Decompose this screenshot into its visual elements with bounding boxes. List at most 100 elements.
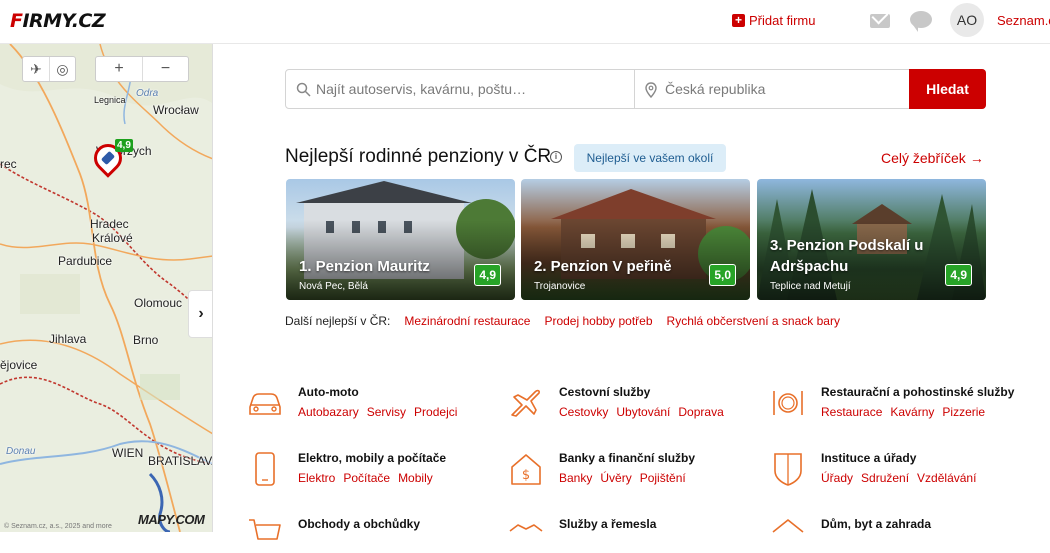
category-title[interactable]: Auto-moto [298,385,359,399]
category-title[interactable]: Obchody a obchůdky [298,517,420,531]
map-label-jihlava: Jihlava [49,332,87,346]
card-location: Trojanovice [534,281,586,292]
map-label-bratislava: BRATISLAVA [148,454,213,468]
section-title: Nejlepší rodinné penziony v ČR [285,146,552,167]
plus-icon: + [732,14,745,27]
chat-icon[interactable] [910,11,932,32]
category-title[interactable]: Dům, byt a zahrada [821,517,931,531]
category-link[interactable]: Servisy [367,405,406,419]
mail-icon[interactable] [870,14,890,28]
category-title[interactable]: Banky a finanční služby [559,451,695,465]
firmy-logo[interactable]: FIRMY.CZ [10,10,106,32]
card-title: 2. Penzion V peřině [534,258,672,275]
category-link[interactable]: Ubytování [616,405,670,419]
plane-icon [511,389,540,417]
category-link[interactable]: Sdružení [861,471,909,485]
handshake-icon [509,524,543,532]
logo-text: IRMY.CZ [22,10,106,32]
info-icon[interactable]: i [550,151,562,163]
location-pin-icon [645,82,657,98]
car-icon [249,393,281,415]
pin-rating-badge: 4,9 [115,139,133,152]
category-link[interactable]: Pizzerie [942,405,985,419]
category-link[interactable]: Cestovky [559,405,608,419]
svg-text:$: $ [522,468,530,483]
category-link[interactable]: Pojištění [640,471,686,485]
nearby-best-button[interactable]: Nejlepší ve vašem okolí [574,144,726,172]
map-label-olomouc: Olomouc [134,296,183,310]
rating-badge: 4,9 [945,264,972,286]
plane-icon[interactable]: ✈ [23,57,49,81]
map-label-jejovice: ějovice [0,358,38,372]
category-link[interactable]: Úvěry [600,471,631,485]
arrow-right-icon: → [969,150,984,166]
category-link[interactable]: Banky [559,471,592,485]
avatar[interactable]: AO [950,3,984,37]
search-what-input[interactable]: Najít autoservis, kavárnu, poštu… [286,70,635,108]
map-label-rec: rec [0,157,17,171]
mapy-logo[interactable]: MAPY.COM [138,512,205,527]
seznam-link[interactable]: Seznam.cz [997,13,1050,28]
chevron-right-icon: › [198,305,204,322]
penzion-card[interactable]: 2. Penzion V peřině Trojanovice 5,0 [521,179,750,300]
category-link[interactable]: Počítače [343,471,390,485]
category-title[interactable]: Instituce a úřady [821,451,916,465]
add-firm-link[interactable]: + Přidat firmu [732,13,815,28]
card-title: 3. Penzion Podskalí u Adršpachu [770,237,924,275]
category-link[interactable]: Autobazary [298,405,359,419]
penzion-card[interactable]: 1. Penzion Mauritz Nová Pec, Bělá 4,9 [286,179,515,300]
map-label-odra: Odra [136,88,159,99]
zoom-out-button[interactable]: − [142,57,188,81]
more-best-link[interactable]: Mezinárodní restaurace [404,314,530,328]
card-location: Nová Pec, Bělá [299,281,368,292]
map-zoom-controls: + − [95,56,189,82]
rating-badge: 5,0 [709,264,736,286]
more-best-row: Další nejlepší v ČR: Mezinárodní restaur… [285,314,840,328]
map-tools: ✈ ◎ [22,56,76,82]
map-label-wien: WIEN [112,446,144,460]
category-title[interactable]: Služby a řemesla [559,517,656,531]
bank-icon: $ [511,454,541,485]
category-link[interactable]: Vzdělávání [917,471,976,485]
more-best-label: Další nejlepší v ČR: [285,314,391,328]
category-link[interactable]: Restaurace [821,405,882,419]
category-link[interactable]: Prodejci [414,405,457,419]
rating-badge: 4,9 [474,264,501,286]
map-label-wroclaw: Wrocław [153,103,199,117]
search-icon [296,82,311,97]
house-icon [772,519,804,533]
map-label-hradec: Hradec [90,217,129,231]
card-title: 1. Penzion Mauritz [299,258,430,275]
category-link[interactable]: Úřady [821,471,853,485]
map-label-legnica: Legnica [94,95,126,105]
search-where-input[interactable]: Česká republika [635,70,909,108]
penzion-card[interactable]: 3. Penzion Podskalí u Adršpachu Teplice … [757,179,986,300]
category-link[interactable]: Elektro [298,471,335,485]
card-location: Teplice nad Metují [770,281,851,292]
search-button[interactable]: Hledat [909,69,986,109]
category-title[interactable]: Elektro, mobily a počítače [298,451,446,465]
map-label-kralove: Králové [92,231,133,245]
more-best-link[interactable]: Prodej hobby potřeb [544,314,652,328]
full-ranking-link[interactable]: Celý žebříček → [881,150,984,166]
phone-icon [255,452,275,486]
collapse-map-button[interactable]: › [188,290,212,338]
locate-icon[interactable]: ◎ [49,57,75,81]
map-label-donau: Donau [6,446,36,457]
search-bar: Najít autoservis, kavárnu, poštu… Česká … [285,69,986,109]
map-panel[interactable]: ✈ ◎ + − Legnica Odra Wrocław Wałbrzych r… [0,44,213,532]
zoom-in-button[interactable]: + [96,57,142,81]
category-title[interactable]: Cestovní služby [559,385,650,399]
category-link[interactable]: Kavárny [890,405,934,419]
map-label-brno: Brno [133,333,159,347]
category-title[interactable]: Restaurační a pohostinské služby [821,385,1014,399]
cart-icon [249,519,281,540]
shield-icon [774,453,802,486]
top-header: FIRMY.CZ + Přidat firmu AO Seznam.cz [0,0,1050,44]
more-best-link[interactable]: Rychlá občerstvení a snack bary [667,314,840,328]
map-label-pardubice: Pardubice [58,254,113,268]
category-link[interactable]: Mobily [398,471,433,485]
map-copyright: © Seznam.cz, a.s., 2025 and more [4,523,112,530]
category-link[interactable]: Doprava [678,405,723,419]
plate-icon [773,391,803,415]
